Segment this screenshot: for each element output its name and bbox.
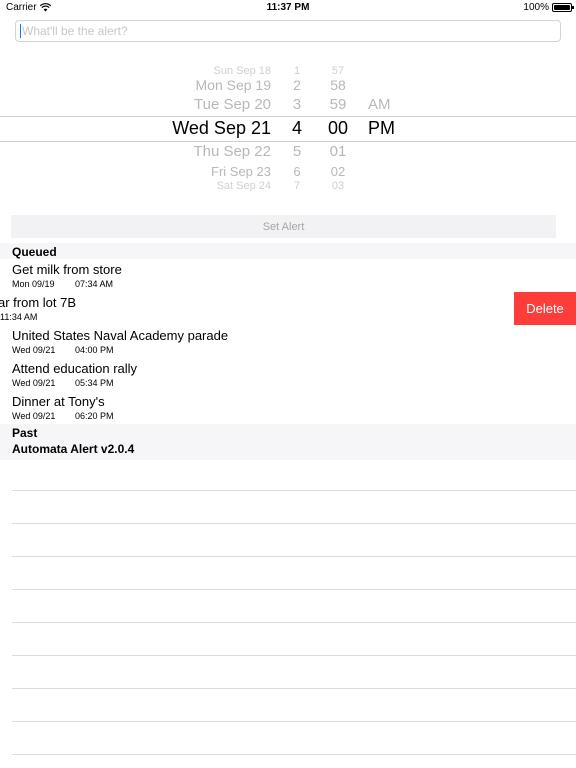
alert-row[interactable]: Get milk from store Mon 09/19 07:34 AM	[0, 259, 576, 292]
picker-hour: 2	[293, 77, 301, 93]
alert-row[interactable]: United States Naval Academy parade Wed 0…	[0, 325, 576, 358]
picker-hour: 7	[293, 180, 301, 192]
alert-time: 11:34 AM	[0, 312, 38, 322]
empty-row-separator	[12, 523, 576, 524]
alert-title: United States Naval Academy parade	[12, 328, 229, 343]
alert-time: 05:34 PM	[75, 378, 114, 388]
empty-row-separator	[12, 655, 576, 656]
alert-date: Wed 09/21	[12, 378, 56, 388]
picker-row[interactable]: Sat Sep 24 7 03	[0, 176, 576, 196]
picker-date: Thu Sep 22	[193, 143, 271, 160]
app-version-label: Automata Alert v2.0.4	[12, 442, 135, 456]
alert-title: ar from lot 7B	[0, 295, 77, 310]
alert-row[interactable]: Attend education rally Wed 09/21 05:34 P…	[0, 358, 576, 391]
empty-row-separator	[12, 721, 576, 722]
empty-row-separator	[12, 589, 576, 590]
status-time: 11:37 PM	[266, 2, 310, 13]
alert-time: 07:34 AM	[75, 279, 114, 289]
text-cursor	[20, 24, 21, 38]
section-header-past-label: Past	[12, 426, 38, 440]
empty-row-separator	[12, 688, 576, 689]
alert-title: Dinner at Tony's	[12, 394, 105, 409]
app-screen: Carrier 11:37 PM 100% Sun Sep 18 1 57 Mo…	[0, 0, 576, 768]
picker-hour: 5	[292, 143, 302, 160]
picker-minute: 03	[331, 180, 345, 192]
picker-ampm: PM	[368, 118, 395, 138]
battery-group: 100%	[523, 2, 574, 13]
delete-button[interactable]: Delete	[514, 292, 576, 325]
alert-time: 04:00 PM	[75, 345, 114, 355]
alert-row[interactable]: Dinner at Tony's Wed 09/21 06:20 PM	[0, 391, 576, 424]
picker-date: Sat Sep 24	[216, 180, 271, 192]
alert-text-input[interactable]	[15, 20, 561, 42]
picker-minute: 59	[329, 96, 347, 113]
alert-time: 06:20 PM	[75, 411, 114, 421]
alert-date: Wed 09/21	[12, 411, 56, 421]
picker-date: Mon Sep 19	[195, 77, 272, 93]
picker-selection-top-line	[0, 116, 576, 117]
picker-minute: 58	[330, 77, 346, 93]
picker-hour: 3	[292, 96, 302, 113]
empty-row-separator	[12, 622, 576, 623]
picker-date: Tue Sep 20	[194, 96, 271, 113]
alert-row-swiped[interactable]: ar from lot 7B 11:34 AM	[0, 292, 576, 325]
picker-date: Wed Sep 21	[172, 118, 271, 138]
alert-title: Attend education rally	[12, 361, 138, 376]
picker-minute: 00	[327, 118, 349, 138]
alert-date: Mon 09/19	[12, 279, 55, 289]
battery-icon	[552, 3, 574, 12]
picker-ampm: AM	[368, 96, 391, 113]
picker-row-selected[interactable]: Wed Sep 21 4 00 PM	[0, 118, 576, 138]
date-time-picker[interactable]: Sun Sep 18 1 57 Mon Sep 19 2 58 Tue Sep …	[0, 58, 576, 200]
empty-row-separator	[12, 556, 576, 557]
picker-row[interactable]: Mon Sep 19 2 58	[0, 75, 576, 95]
empty-row-separator	[12, 754, 576, 755]
picker-row[interactable]: Thu Sep 22 5 01	[0, 142, 576, 162]
status-bar: Carrier 11:37 PM 100%	[0, 0, 576, 16]
picker-row[interactable]: Tue Sep 20 3 59 AM	[0, 95, 576, 115]
battery-percent: 100%	[523, 2, 549, 13]
picker-hour: 4	[291, 118, 302, 138]
picker-minute: 01	[329, 143, 347, 160]
alert-date: Wed 09/21	[12, 345, 56, 355]
alert-title: Get milk from store	[12, 262, 122, 277]
set-alert-button[interactable]: Set Alert	[11, 215, 556, 238]
empty-row-separator	[12, 490, 576, 491]
